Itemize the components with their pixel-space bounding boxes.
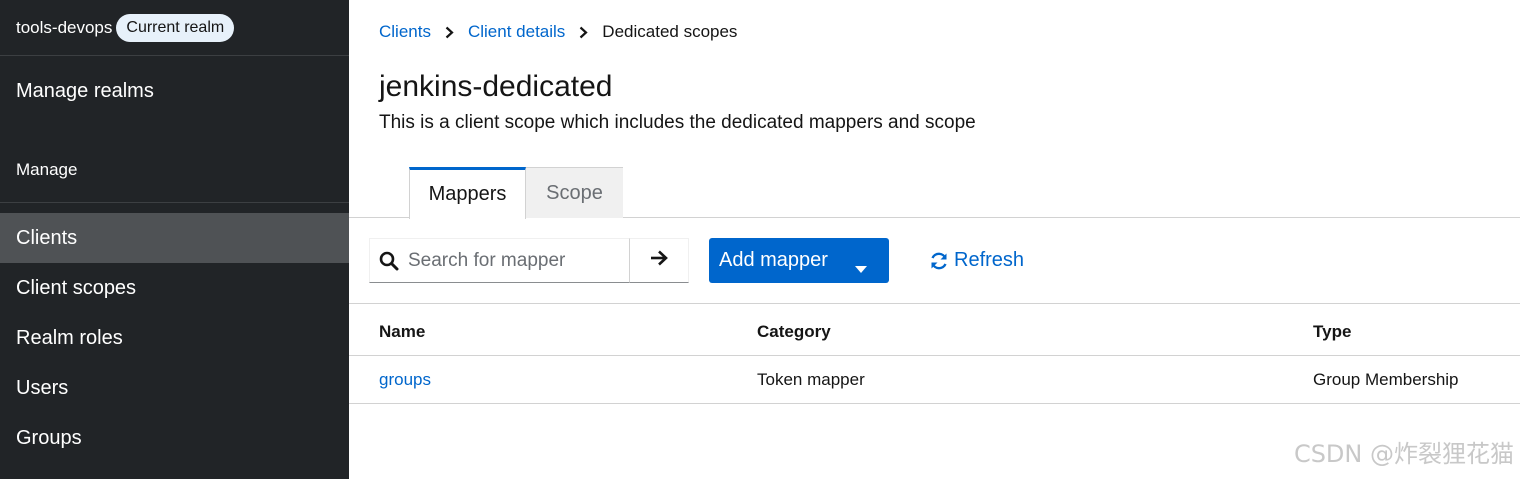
caret-down-icon: [855, 257, 867, 280]
table-row: groups Token mapper Group Membership: [349, 356, 1520, 404]
sidebar-item-groups[interactable]: Groups: [0, 413, 349, 463]
search-box: [369, 238, 630, 283]
search-submit-button[interactable]: [629, 238, 689, 283]
mapper-category: Token mapper: [757, 370, 865, 389]
realm-selector[interactable]: tools-devops Current realm: [0, 0, 349, 56]
search-input[interactable]: [408, 249, 623, 272]
arrow-right-icon: [649, 249, 669, 272]
main-content: Clients Client details Dedicated scopes …: [349, 0, 1520, 479]
chevron-right-icon: [445, 26, 454, 39]
column-header-name[interactable]: Name: [379, 322, 425, 342]
sidebar-item-client-scopes[interactable]: Client scopes: [0, 263, 349, 313]
search-icon: [370, 251, 408, 271]
column-header-type[interactable]: Type: [1313, 322, 1351, 342]
sidebar-divider: [0, 202, 349, 203]
page-title: jenkins-dedicated: [379, 70, 613, 103]
watermark: CSDN @炸裂狸花猫: [1293, 440, 1514, 468]
sidebar-nav: Clients Client scopes Realm roles Users …: [0, 213, 349, 463]
column-header-category[interactable]: Category: [757, 322, 831, 342]
toolbar: Add mapper Refresh: [369, 238, 1509, 283]
manage-section-label: Manage: [16, 160, 78, 179]
add-mapper-button[interactable]: Add mapper: [709, 238, 889, 283]
refresh-button[interactable]: Refresh: [929, 238, 1024, 283]
realm-name: tools-devops: [16, 17, 113, 37]
breadcrumb: Clients Client details Dedicated scopes: [379, 22, 737, 42]
breadcrumb-clients[interactable]: Clients: [379, 22, 431, 42]
manage-realms-link[interactable]: Manage realms: [0, 56, 349, 126]
mapper-type: Group Membership: [1313, 370, 1459, 389]
breadcrumb-client-details[interactable]: Client details: [468, 22, 565, 42]
refresh-icon: [931, 252, 947, 269]
table-header: Name Category Type: [349, 304, 1520, 356]
breadcrumb-dedicated-scopes: Dedicated scopes: [602, 22, 738, 41]
refresh-label: Refresh: [954, 249, 1025, 271]
page-description: This is a client scope which includes th…: [379, 112, 976, 133]
sidebar-item-users[interactable]: Users: [0, 363, 349, 413]
sidebar: tools-devops Current realm Manage realms…: [0, 0, 349, 479]
mapper-name-link[interactable]: groups: [379, 370, 431, 390]
chevron-right-icon: [579, 26, 588, 39]
tab-mappers[interactable]: Mappers: [409, 167, 526, 219]
sidebar-item-clients[interactable]: Clients: [0, 213, 349, 263]
tab-bar: Mappers Scope: [349, 167, 1520, 219]
add-mapper-label: Add mapper: [719, 249, 828, 271]
current-realm-badge: Current realm: [116, 13, 235, 42]
tab-scope[interactable]: Scope: [526, 167, 623, 218]
sidebar-item-realm-roles[interactable]: Realm roles: [0, 313, 349, 363]
